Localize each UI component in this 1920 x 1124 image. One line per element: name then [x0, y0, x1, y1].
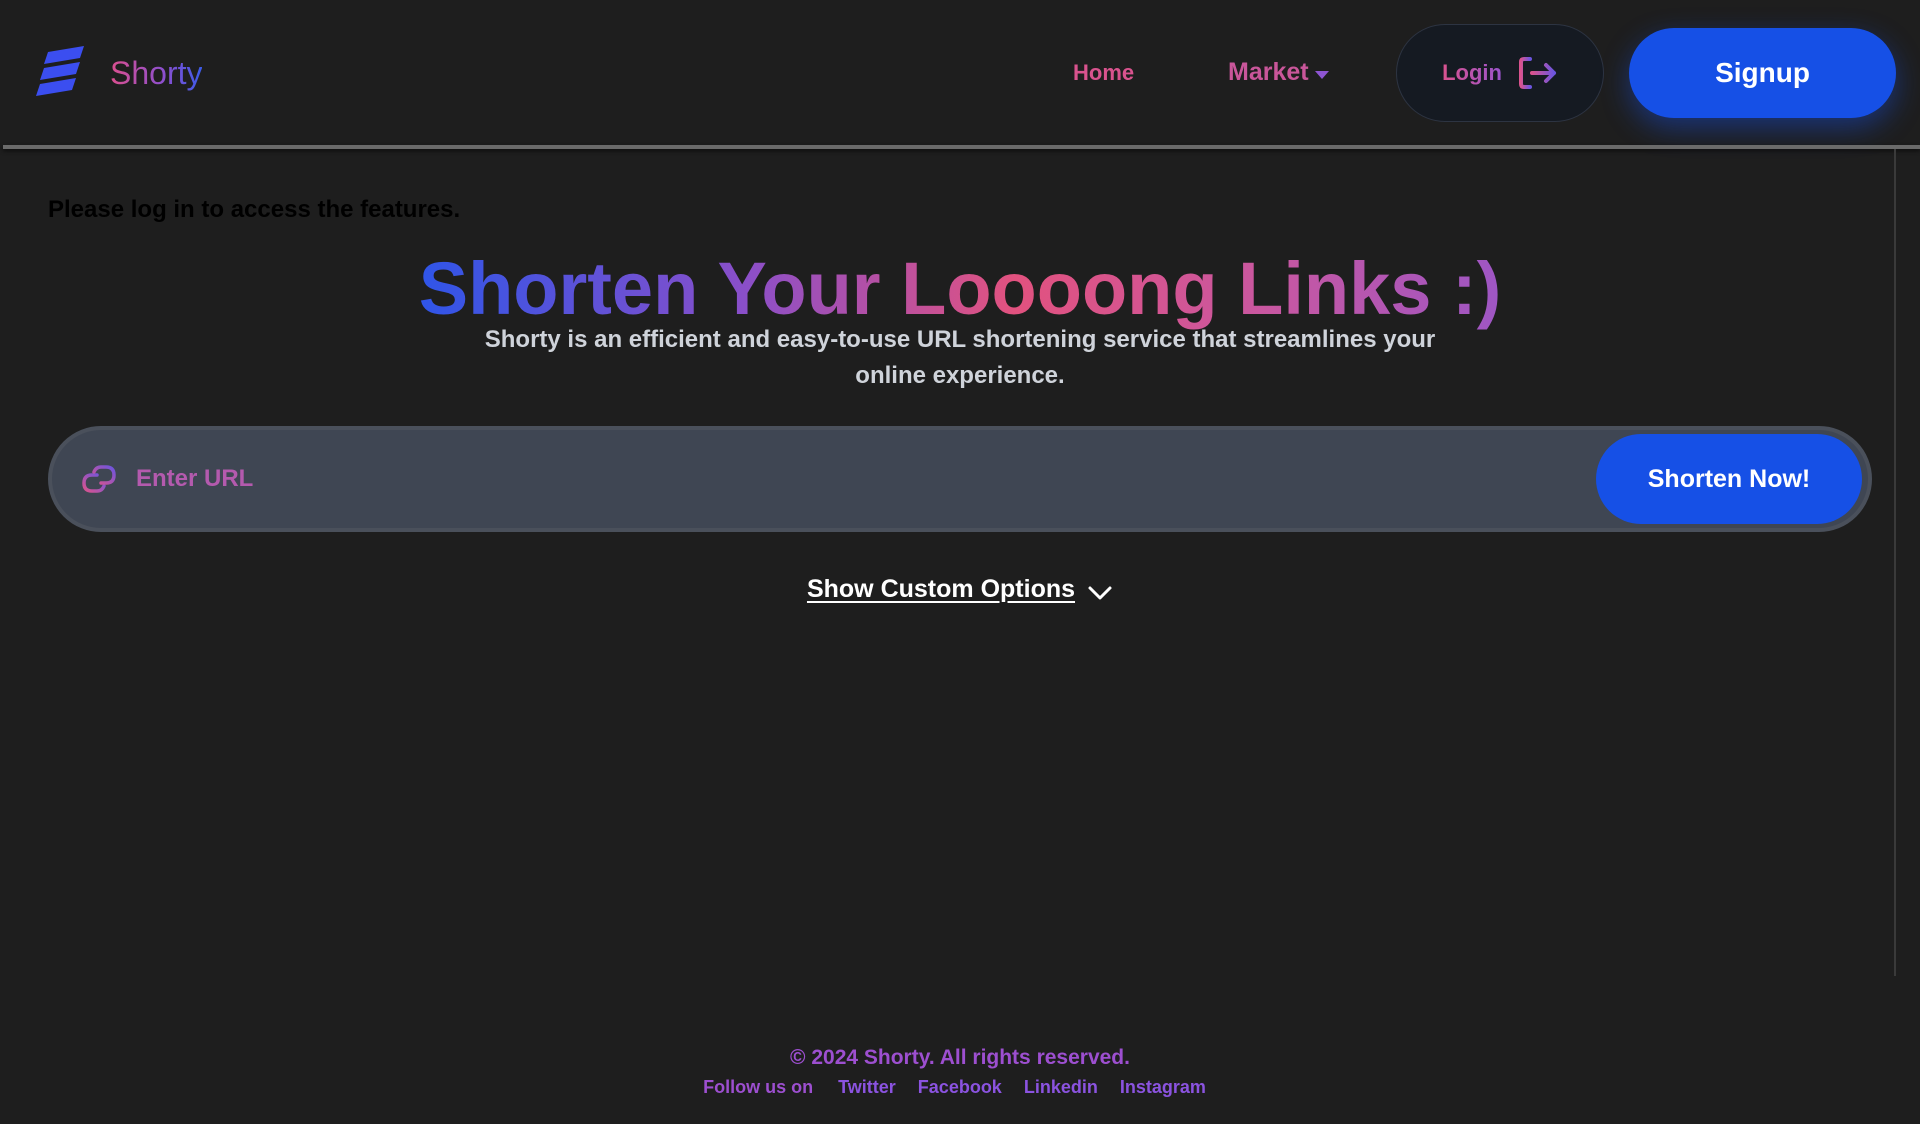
nav-market-label: Market: [1228, 58, 1309, 86]
hero-title: Shorten Your Loooong Links :): [0, 244, 1920, 334]
chevron-down-icon: [1088, 586, 1112, 599]
custom-options-label: Show Custom Options: [806, 575, 1076, 603]
caret-down-icon: [1314, 70, 1329, 79]
twitter-link[interactable]: Twitter: [838, 1077, 896, 1098]
instagram-link[interactable]: Instagram: [1120, 1077, 1206, 1098]
nav-market-dropdown[interactable]: Market: [1228, 58, 1329, 87]
linkedin-link[interactable]: Linkedin: [1024, 1077, 1098, 1098]
show-custom-options-toggle[interactable]: Show Custom Options: [0, 575, 1920, 604]
site-header: Shorty Home Market Login Signup: [0, 0, 1920, 148]
url-form: Shorten Now!: [48, 426, 1872, 532]
link-icon: [82, 465, 116, 493]
follow-label: Follow us on: [703, 1077, 814, 1097]
brand-home-link[interactable]: Shorty: [36, 46, 202, 100]
hero-subtitle: Shorty is an efficient and easy-to-use U…: [484, 326, 1436, 389]
facebook-link[interactable]: Facebook: [918, 1077, 1002, 1098]
signup-button[interactable]: Signup: [1629, 28, 1896, 118]
header-divider: [3, 145, 1920, 149]
shorten-now-button[interactable]: Shorten Now!: [1596, 434, 1862, 524]
hero-title-text: Shorten Your Loooong Links :): [418, 247, 1502, 330]
login-button[interactable]: Login: [1396, 24, 1604, 122]
footer-copyright: © 2024 Shorty. All rights reserved.: [790, 1046, 1130, 1069]
nav-home-link[interactable]: Home: [1073, 60, 1134, 86]
brand-name: Shorty: [110, 54, 203, 91]
url-input[interactable]: [134, 452, 1314, 506]
footer-social: Follow us on Twitter Facebook Linkedin I…: [0, 1077, 1920, 1098]
shorty-logo-icon: [36, 46, 84, 96]
login-label: Login: [1442, 60, 1502, 85]
logout-arrow-icon: [1518, 57, 1556, 89]
login-notice: Please log in to access the features.: [48, 196, 461, 223]
